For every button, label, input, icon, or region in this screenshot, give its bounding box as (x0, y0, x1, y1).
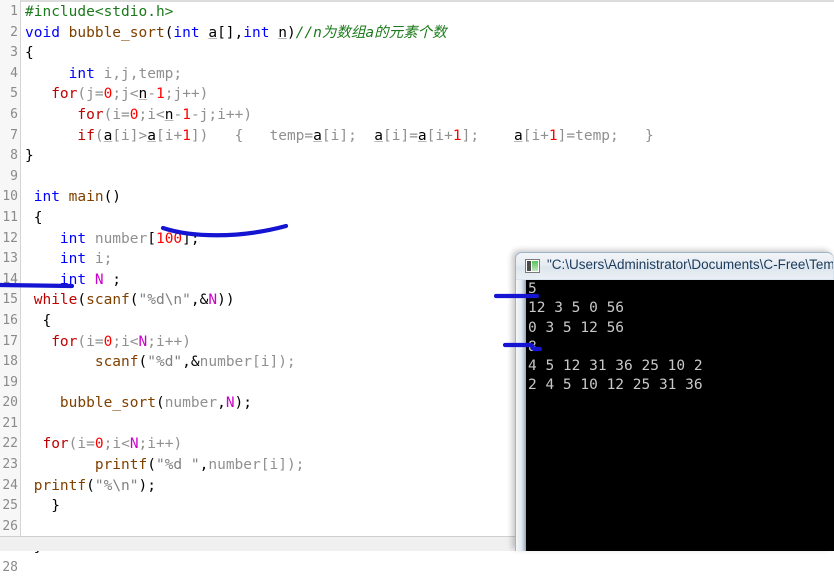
code-line-text: for(i=0;i<n-1-j;i++) (77, 106, 253, 123)
line-number: 28 (2, 560, 18, 576)
code-line-text: int i; (59, 251, 113, 268)
code-line[interactable]: 9 (0, 167, 834, 188)
code-line-text: for(j=0;j<n-1;j++) (51, 86, 209, 103)
code-line-text: void bubble_sort(int a[],int n)//n为数组a的元… (25, 24, 447, 41)
code-line-text: } (25, 148, 34, 165)
code-line[interactable]: 4 int i,j,temp; (0, 64, 834, 85)
console-output-line: 2 4 5 10 12 25 31 36 (528, 377, 703, 394)
code-line[interactable]: 28 (0, 558, 834, 579)
code-line-text: } (25, 498, 60, 515)
console-output-line: 4 5 12 31 36 25 10 2 (528, 358, 703, 375)
code-line-text: for(i=0;i<N;i++) (51, 333, 191, 350)
console-output-line: 0 3 5 12 56 (528, 319, 625, 336)
line-number: 6 (10, 106, 18, 122)
code-line-text: printf("%d ",number[i]); (94, 457, 305, 474)
line-number: 4 (10, 65, 18, 81)
code-line-text: printf("%\n"); (33, 477, 156, 494)
console-output-line: 12 3 5 0 56 (528, 300, 625, 317)
code-line[interactable]: 12 int number[100]; (0, 229, 834, 250)
code-line-text: { (25, 209, 43, 226)
code-line-text: int N ; (59, 271, 122, 288)
code-line-text: scanf("%d",&number[i]); (94, 354, 296, 371)
code-line-text: int i,j,temp; (68, 65, 183, 82)
code-line[interactable]: 1 #include<stdio.h> (0, 2, 834, 23)
console-title-bar[interactable]: "C:\Users\Administrator\Documents\C-Free… (516, 253, 833, 279)
code-line[interactable]: 11 { (0, 208, 834, 229)
console-title-label: "C:\Users\Administrator\Documents\C-Free… (547, 257, 833, 272)
code-line[interactable]: 8} (0, 146, 834, 167)
line-number: 15 (2, 292, 18, 308)
code-line[interactable]: 5 for(j=0;j<n-1;j++) (0, 84, 834, 105)
line-number: 20 (2, 395, 18, 411)
line-number: 26 (2, 518, 18, 534)
line-number: 24 (2, 477, 18, 493)
line-number: 17 (2, 333, 18, 349)
line-number: 1 (10, 4, 18, 19)
line-number: 25 (2, 498, 18, 514)
code-line[interactable]: 10 int main() (0, 187, 834, 208)
line-number: 8 (10, 148, 18, 164)
code-line-text: int main() (33, 189, 122, 206)
line-number: 12 (2, 230, 18, 246)
line-number: 21 (2, 415, 18, 431)
line-number: 3 (10, 45, 18, 61)
code-line-text: for(i=0;i<N;i++) (42, 436, 183, 453)
code-line[interactable]: 7 if(a[i]>a[i+1]) { temp=a[i]; a[i]=a[i+… (0, 126, 834, 147)
line-number: 10 (2, 189, 18, 205)
line-number: 18 (2, 354, 18, 370)
code-line[interactable]: 2 void bubble_sort(int a[],int n)//n为数组a的… (0, 23, 834, 44)
code-line-text: while(scanf("%d\n",&N)) (33, 292, 235, 309)
program-output-console-window[interactable]: "C:\Users\Administrator\Documents\C-Free… (515, 252, 834, 551)
line-number: 7 (10, 127, 18, 143)
code-line-text: bubble_sort(number,N); (59, 395, 253, 412)
line-number: 16 (2, 312, 18, 328)
line-number: 2 (10, 24, 18, 40)
console-output-line: 8 (528, 338, 537, 355)
code-line-text: int number[100]; (59, 230, 200, 247)
console-output-line: 5 (528, 281, 537, 297)
line-number: 11 (2, 209, 18, 225)
code-line-text: { (25, 312, 52, 329)
code-line-text: { (25, 45, 34, 62)
line-number: 9 (10, 168, 18, 184)
code-line[interactable]: 3{ (0, 43, 834, 64)
code-line-text: #include<stdio.h> (25, 4, 174, 20)
code-line-text: if(a[i]>a[i+1]) { temp=a[i]; a[i]=a[i+1]… (77, 127, 654, 144)
line-number: 19 (2, 374, 18, 390)
code-line[interactable]: 6 for(i=0;i<n-1-j;i++) (0, 105, 834, 126)
line-number: 5 (10, 86, 18, 102)
console-app-icon (525, 259, 540, 273)
line-number: 13 (2, 251, 18, 267)
line-number: 23 (2, 457, 18, 473)
console-window-left-border (516, 280, 526, 551)
line-number: 14 (2, 271, 18, 287)
line-number: 22 (2, 436, 18, 452)
console-output-area[interactable]: 5 12 3 5 0 56 0 3 5 12 56 8 4 5 12 31 36 25 … (526, 280, 834, 551)
